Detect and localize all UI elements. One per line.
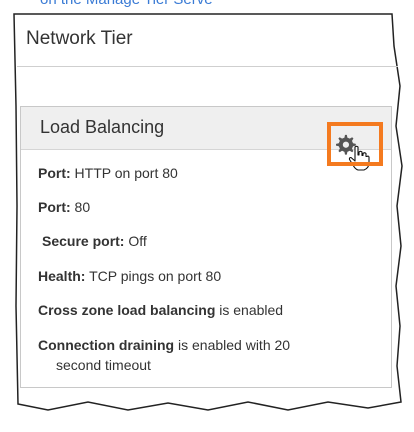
row-label: Connection draining bbox=[38, 337, 175, 353]
row-value: HTTP on port 80 bbox=[70, 165, 178, 181]
secure-port-row: Secure port: Off bbox=[42, 233, 147, 249]
gear-highlight-box bbox=[327, 122, 383, 166]
port-protocol-row: Port: HTTP on port 80 bbox=[38, 165, 178, 181]
row-value: is enabled with 20 bbox=[174, 337, 291, 353]
row-label: Cross zone load balancing bbox=[38, 302, 216, 318]
load-balancing-title: Load Balancing bbox=[40, 117, 165, 137]
row-value: is enabled bbox=[215, 302, 284, 318]
row-label: Secure port: bbox=[42, 233, 125, 249]
row-value: TCP pings on port 80 bbox=[85, 268, 222, 284]
tier-divider bbox=[17, 66, 398, 67]
connection-draining-row: Connection draining is enabled with 20 s… bbox=[38, 337, 290, 373]
cross-zone-row: Cross zone load balancing is enabled bbox=[38, 302, 283, 318]
port-row: Port: 80 bbox=[38, 199, 90, 215]
row-label: Port: bbox=[38, 165, 71, 181]
row-value: 80 bbox=[70, 199, 91, 215]
row-label: Health: bbox=[38, 268, 86, 284]
tier-title: Network Tier bbox=[26, 28, 133, 49]
row-label: Port: bbox=[38, 199, 71, 215]
health-row: Health: TCP pings on port 80 bbox=[38, 268, 221, 284]
row-value: Off bbox=[124, 233, 147, 249]
row-value-continued: second timeout bbox=[56, 357, 151, 373]
